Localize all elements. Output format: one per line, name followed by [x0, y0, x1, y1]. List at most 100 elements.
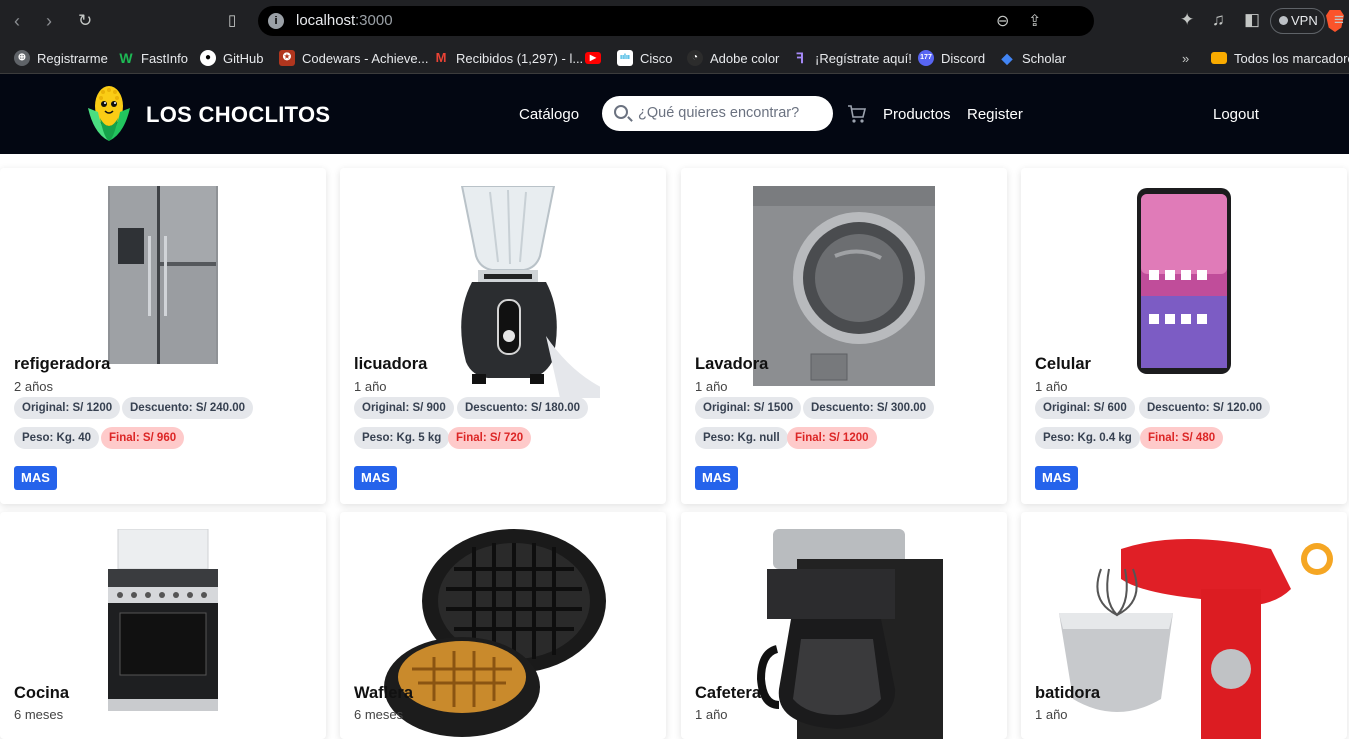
- youtube-icon: ▶: [585, 52, 601, 64]
- product-age: 1 año: [1035, 707, 1068, 722]
- coffee-maker-image: [757, 529, 943, 739]
- browser-toolbar: ‹ › ↻ ▯ i localhost :3000 ⊖ ⇪ ✦ ♫ ◧ VPN …: [0, 0, 1349, 42]
- bookmark-label: Recibidos (1,297) - l...: [456, 50, 584, 66]
- adobe-icon: ◔: [687, 50, 703, 66]
- brand-title[interactable]: LOS CHOCLITOS: [146, 102, 330, 128]
- stand-mixer-image: [1059, 539, 1333, 739]
- discount-badge: Descuento: S/ 120.00: [1139, 397, 1271, 419]
- product-name: batidora: [1035, 684, 1101, 702]
- discount-badge: Descuento: S/ 240.00: [122, 397, 254, 419]
- bookmark-label: Discord: [941, 50, 986, 66]
- final-price-badge: Final: S/ 960: [101, 427, 185, 449]
- product-age: 2 años: [14, 379, 54, 394]
- folder-icon: [1211, 52, 1227, 64]
- url-host: localhost: [296, 12, 356, 29]
- search-input[interactable]: [638, 102, 826, 124]
- media-icon[interactable]: ♫: [1212, 10, 1225, 30]
- product-name: Cocina: [14, 684, 70, 702]
- phone-image: [1137, 188, 1231, 374]
- bookmark-label: GitHub: [223, 50, 264, 66]
- register-icon: ꟻ: [795, 50, 805, 66]
- corn-logo-icon[interactable]: [86, 84, 132, 142]
- app-header: LOS CHOCLITOS Catálogo Productos Registe…: [0, 74, 1349, 154]
- back-icon[interactable]: ‹: [14, 11, 20, 32]
- discord-icon: 177: [918, 50, 934, 66]
- vpn-label: VPN: [1291, 13, 1318, 28]
- sidebar-icon[interactable]: ◧: [1244, 10, 1260, 30]
- vpn-button[interactable]: VPN: [1270, 8, 1325, 34]
- final-price-badge: Final: S/ 480: [1140, 427, 1224, 449]
- cisco-icon: ıılıı: [617, 50, 633, 66]
- bookmark-label: Registrarme: [37, 50, 108, 66]
- site-info-icon[interactable]: i: [268, 13, 284, 29]
- bookmark-label: Scholar: [1022, 50, 1067, 66]
- product-card: Cafetera 1 año: [681, 512, 1007, 739]
- cart-icon[interactable]: [847, 104, 867, 124]
- zoom-icon[interactable]: ⊖: [996, 11, 1009, 31]
- discount-badge: Descuento: S/ 300.00: [803, 397, 935, 419]
- product-age: 1 año: [695, 379, 728, 394]
- weight-badge: Peso: Kg. null: [695, 427, 788, 449]
- bookmark-all-folder[interactable]: Todos los marcadores: [1211, 48, 1349, 68]
- forward-icon[interactable]: ›: [46, 11, 52, 32]
- mas-button[interactable]: MAS: [1035, 466, 1078, 490]
- address-bar[interactable]: i localhost :3000 ⊖ ⇪: [258, 6, 1344, 36]
- mas-button[interactable]: MAS: [695, 466, 738, 490]
- more-bookmarks-icon[interactable]: »: [1182, 48, 1189, 68]
- product-name: licuadora: [354, 355, 428, 373]
- bookmark-cisco[interactable]: ıılıı Cisco: [617, 48, 673, 68]
- mas-button[interactable]: MAS: [14, 466, 57, 490]
- product-age: 6 meses: [354, 707, 404, 722]
- product-age: 1 año: [695, 707, 728, 722]
- bookmark-registrarme[interactable]: ⊕ Registrarme: [14, 48, 108, 68]
- discount-badge: Descuento: S/ 180.00: [457, 397, 589, 419]
- weight-badge: Peso: Kg. 40: [14, 427, 100, 449]
- product-name: Lavadora: [695, 355, 769, 373]
- search-box: [602, 96, 833, 131]
- bookmark-codewars[interactable]: ✪ Codewars - Achieve...: [279, 48, 428, 68]
- stove-image: [108, 529, 218, 711]
- bookmark-icon[interactable]: ▯: [228, 11, 236, 29]
- share-icon[interactable]: ⇪: [1028, 11, 1041, 31]
- bookmark-github[interactable]: ● GitHub: [200, 48, 263, 68]
- product-name: Celular: [1035, 355, 1091, 373]
- original-price-badge: Original: S/ 1200: [14, 397, 121, 419]
- bookmark-label: Todos los marcadores: [1234, 50, 1349, 66]
- menu-icon[interactable]: ≡: [1334, 10, 1344, 30]
- bookmark-adobe-color[interactable]: ◔ Adobe color: [687, 48, 779, 68]
- product-age: 1 año: [354, 379, 387, 394]
- weight-badge: Peso: Kg. 0.4 kg: [1035, 427, 1140, 449]
- reload-icon[interactable]: ↻: [78, 11, 92, 31]
- nav-productos[interactable]: Productos: [883, 106, 951, 123]
- nav-logout[interactable]: Logout: [1213, 106, 1259, 123]
- globe-icon: ⊕: [14, 50, 30, 66]
- washer-image: [753, 186, 935, 386]
- gmail-icon: M: [435, 50, 447, 65]
- github-icon: ●: [200, 50, 216, 66]
- product-age: 6 meses: [14, 707, 64, 722]
- product-card: batidora 1 año: [1021, 512, 1347, 739]
- product-card: Cocina 6 meses: [0, 512, 326, 739]
- product-card: licuadora 1 año Original: S/ 900 Descuen…: [340, 168, 666, 504]
- product-name: refigeradora: [14, 355, 111, 373]
- refrigerator-image: [108, 186, 218, 364]
- bookmark-registrate[interactable]: ꟻ ¡Regístrate aquí!: [792, 48, 912, 68]
- vpn-status-icon: [1279, 16, 1288, 25]
- nav-catalogo[interactable]: Catálogo: [519, 106, 579, 123]
- product-age: 1 año: [1035, 379, 1068, 394]
- bookmark-youtube[interactable]: ▶: [585, 48, 608, 68]
- bookmark-fastinfo[interactable]: W FastInfo: [118, 48, 188, 68]
- nav-register[interactable]: Register: [967, 106, 1023, 123]
- mas-button[interactable]: MAS: [354, 466, 397, 490]
- bookmark-label: Cisco: [640, 50, 673, 66]
- bookmark-label: ¡Regístrate aquí!: [815, 50, 912, 66]
- waffle-maker-image: [384, 529, 606, 737]
- bookmark-label: FastInfo: [141, 50, 188, 66]
- extensions-icon[interactable]: ✦: [1180, 10, 1194, 30]
- bookmark-scholar[interactable]: ◆ Scholar: [999, 48, 1066, 68]
- final-price-badge: Final: S/ 720: [448, 427, 532, 449]
- bookmark-gmail[interactable]: M Recibidos (1,297) - l...: [433, 48, 584, 68]
- product-name: Cafetera: [695, 684, 762, 702]
- bookmark-discord[interactable]: 177 Discord: [918, 48, 985, 68]
- product-card: refigeradora 2 años Original: S/ 1200 De…: [0, 168, 326, 504]
